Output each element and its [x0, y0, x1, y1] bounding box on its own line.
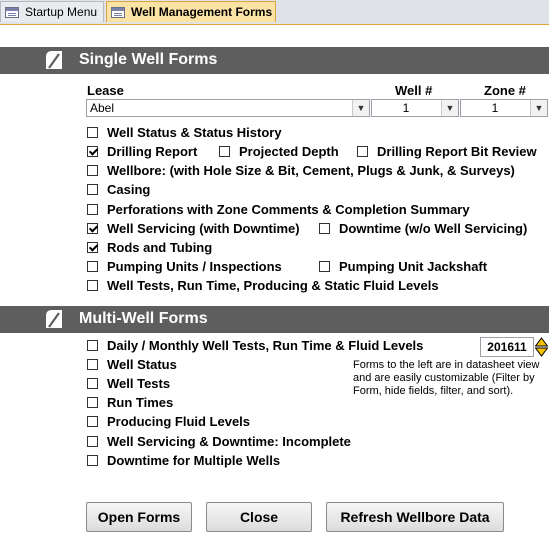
checkbox-label: Pumping Unit Jackshaft — [339, 259, 488, 274]
well-number-combo[interactable]: 1 ▼ — [371, 99, 459, 117]
tab-startup-menu[interactable]: Startup Menu — [0, 1, 104, 22]
checkbox-label: Well Servicing & Downtime: Incomplete — [107, 434, 351, 449]
checkbox-multi-well-tests[interactable]: Well Tests — [87, 376, 170, 391]
checkbox-label: Perforations with Zone Comments & Comple… — [107, 202, 470, 217]
chevron-down-icon[interactable]: ▼ — [530, 100, 547, 116]
zone-number-combo[interactable]: 1 ▼ — [460, 99, 548, 117]
checkbox-wellbore[interactable]: Wellbore: (with Hole Size & Bit, Cement,… — [87, 163, 515, 178]
checkbox-label: Wellbore: (with Hole Size & Bit, Cement,… — [107, 163, 515, 178]
checkbox[interactable] — [87, 165, 98, 176]
zone-number-value: 1 — [491, 101, 499, 115]
form-icon — [5, 6, 19, 18]
checkbox[interactable] — [87, 359, 98, 370]
checkbox[interactable] — [87, 436, 98, 447]
checkbox-label: Well Status — [107, 357, 177, 372]
checkbox[interactable] — [87, 223, 98, 234]
checkbox-label: Downtime for Multiple Wells — [107, 453, 281, 468]
checkbox-run-times[interactable]: Run Times — [87, 395, 173, 410]
form-icon — [111, 6, 125, 18]
checkbox[interactable] — [87, 397, 98, 408]
close-button[interactable]: Close — [206, 502, 312, 532]
checkbox[interactable] — [87, 204, 98, 215]
checkbox-label: Run Times — [107, 395, 174, 410]
checkbox-perforations[interactable]: Perforations with Zone Comments & Comple… — [87, 202, 470, 217]
checkbox[interactable] — [87, 340, 98, 351]
checkbox[interactable] — [87, 242, 98, 253]
checkbox[interactable] — [219, 146, 230, 157]
checkbox-label: Producing Fluid Levels — [107, 414, 251, 429]
checkbox-label: Projected Depth — [239, 144, 339, 159]
chevron-down-icon[interactable]: ▼ — [352, 100, 369, 116]
checkbox-well-servicing[interactable]: Well Servicing (with Downtime) — [87, 221, 300, 236]
checkbox-label: Well Tests, Run Time, Producing & Static… — [107, 278, 439, 293]
spinner-arrows-icon[interactable] — [535, 337, 548, 357]
checkbox-label: Pumping Units / Inspections — [107, 259, 282, 274]
zone-number-label: Zone # — [484, 83, 526, 98]
checkbox-well-servicing-incomplete[interactable]: Well Servicing & Downtime: Incomplete — [87, 434, 351, 449]
checkbox-well-tests-fluid-levels[interactable]: Well Tests, Run Time, Producing & Static… — [87, 278, 439, 293]
chevron-down-icon[interactable]: ▼ — [441, 100, 458, 116]
checkbox-daily-monthly-well-tests[interactable]: Daily / Monthly Well Tests, Run Time & F… — [87, 338, 423, 353]
checkbox[interactable] — [87, 184, 98, 195]
checkbox-label: Well Servicing (with Downtime) — [107, 221, 300, 236]
checkbox-producing-fluid-levels[interactable]: Producing Fluid Levels — [87, 414, 250, 429]
section-title: Multi-Well Forms — [79, 310, 208, 327]
well-number-label: Well # — [395, 83, 433, 98]
open-forms-button[interactable]: Open Forms — [86, 502, 192, 532]
checkbox-label: Rods and Tubing — [107, 240, 213, 255]
multi-well-forms-header: Multi-Well Forms — [0, 306, 549, 333]
checkbox-label: Well Tests — [107, 376, 171, 391]
checkbox-well-status-history[interactable]: Well Status & Status History — [87, 125, 282, 140]
checkbox-label: Daily / Monthly Well Tests, Run Time & F… — [107, 338, 424, 353]
lease-combo[interactable]: Abel ▼ — [86, 99, 370, 117]
checkbox[interactable] — [87, 261, 98, 272]
checkbox[interactable] — [357, 146, 368, 157]
checkbox[interactable] — [319, 261, 330, 272]
checkbox[interactable] — [87, 378, 98, 389]
checkbox-label: Drilling Report Bit Review — [377, 144, 537, 159]
app-logo-icon — [46, 310, 62, 328]
checkbox-label: Casing — [107, 182, 151, 197]
checkbox-multi-well-status[interactable]: Well Status — [87, 357, 177, 372]
tab-well-management-forms[interactable]: Well Management Forms — [106, 1, 276, 22]
checkbox-pumping-unit-jackshaft[interactable]: Pumping Unit Jackshaft — [319, 259, 487, 274]
period-value[interactable]: 201611 — [480, 337, 534, 357]
checkbox[interactable] — [87, 455, 98, 466]
tab-label: Startup Menu — [25, 5, 98, 19]
checkbox-projected-depth[interactable]: Projected Depth — [219, 144, 339, 159]
checkbox-downtime[interactable]: Downtime (w/o Well Servicing) — [319, 221, 527, 236]
checkbox-label: Downtime (w/o Well Servicing) — [339, 221, 528, 236]
checkbox-casing[interactable]: Casing — [87, 182, 150, 197]
checkbox[interactable] — [319, 223, 330, 234]
app-logo-icon — [46, 51, 62, 69]
checkbox-label: Well Status & Status History — [107, 125, 282, 140]
lease-label: Lease — [87, 83, 124, 98]
document-tab-bar: Startup Menu Well Management Forms — [0, 0, 549, 25]
checkbox-pumping-units[interactable]: Pumping Units / Inspections — [87, 259, 282, 274]
single-well-forms-header: Single Well Forms — [0, 47, 549, 74]
checkbox-downtime-multiple-wells[interactable]: Downtime for Multiple Wells — [87, 453, 280, 468]
checkbox-label: Drilling Report — [107, 144, 198, 159]
checkbox-rods-and-tubing[interactable]: Rods and Tubing — [87, 240, 212, 255]
checkbox-drilling-report[interactable]: Drilling Report — [87, 144, 197, 159]
lease-value: Abel — [90, 101, 115, 115]
checkbox-drilling-report-bit-review[interactable]: Drilling Report Bit Review — [357, 144, 537, 159]
checkbox[interactable] — [87, 127, 98, 138]
checkbox[interactable] — [87, 280, 98, 291]
refresh-wellbore-data-button[interactable]: Refresh Wellbore Data — [326, 502, 504, 532]
checkbox[interactable] — [87, 146, 98, 157]
checkbox[interactable] — [87, 416, 98, 427]
section-title: Single Well Forms — [79, 51, 218, 68]
period-spinner[interactable]: 201611 — [480, 337, 548, 357]
well-number-value: 1 — [402, 101, 410, 115]
datasheet-note: Forms to the left are in datasheet view … — [353, 359, 540, 397]
tab-label: Well Management Forms — [131, 5, 273, 19]
